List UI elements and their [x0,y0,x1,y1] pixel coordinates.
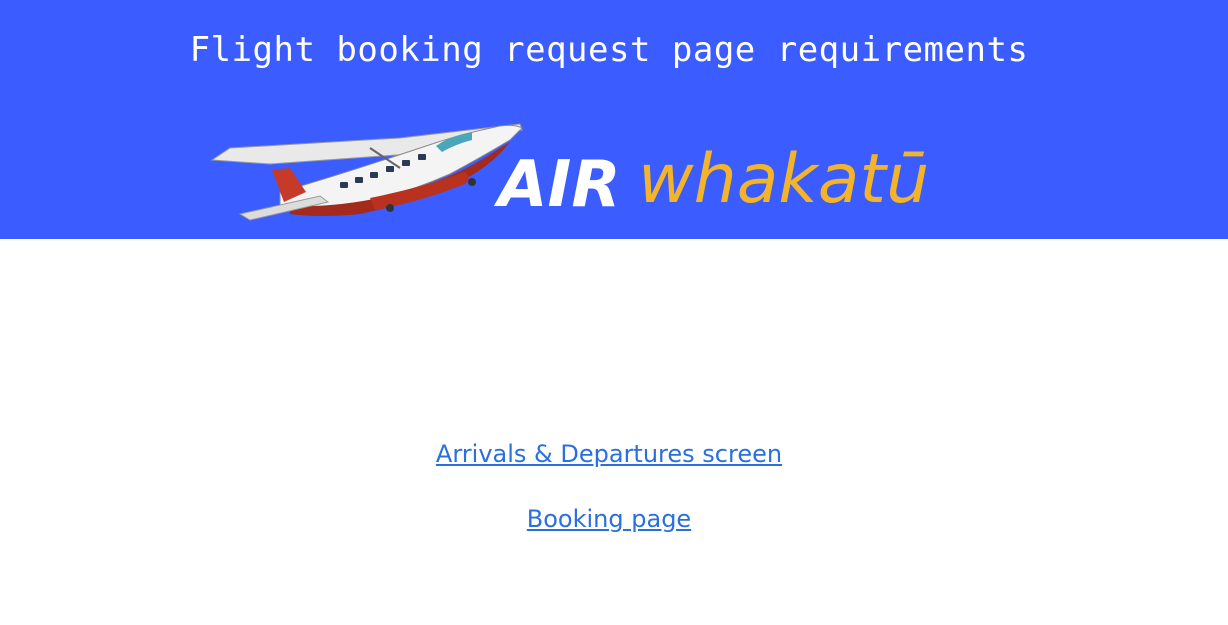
page-title: Flight booking request page requirements [189,30,1029,70]
logo-air-text: AIR [493,148,621,222]
arrivals-departures-link[interactable]: Arrivals & Departures screen [436,440,782,468]
air-whakatu-logo: AIR whakatū [210,123,929,222]
airplane-icon [210,123,523,221]
page-header: Flight booking request page requirements [0,0,1228,239]
navigation-links: Arrivals & Departures screen Booking pag… [0,440,1218,570]
booking-page-link[interactable]: Booking page [527,505,691,533]
logo-brand-text: whakatū [638,140,929,219]
